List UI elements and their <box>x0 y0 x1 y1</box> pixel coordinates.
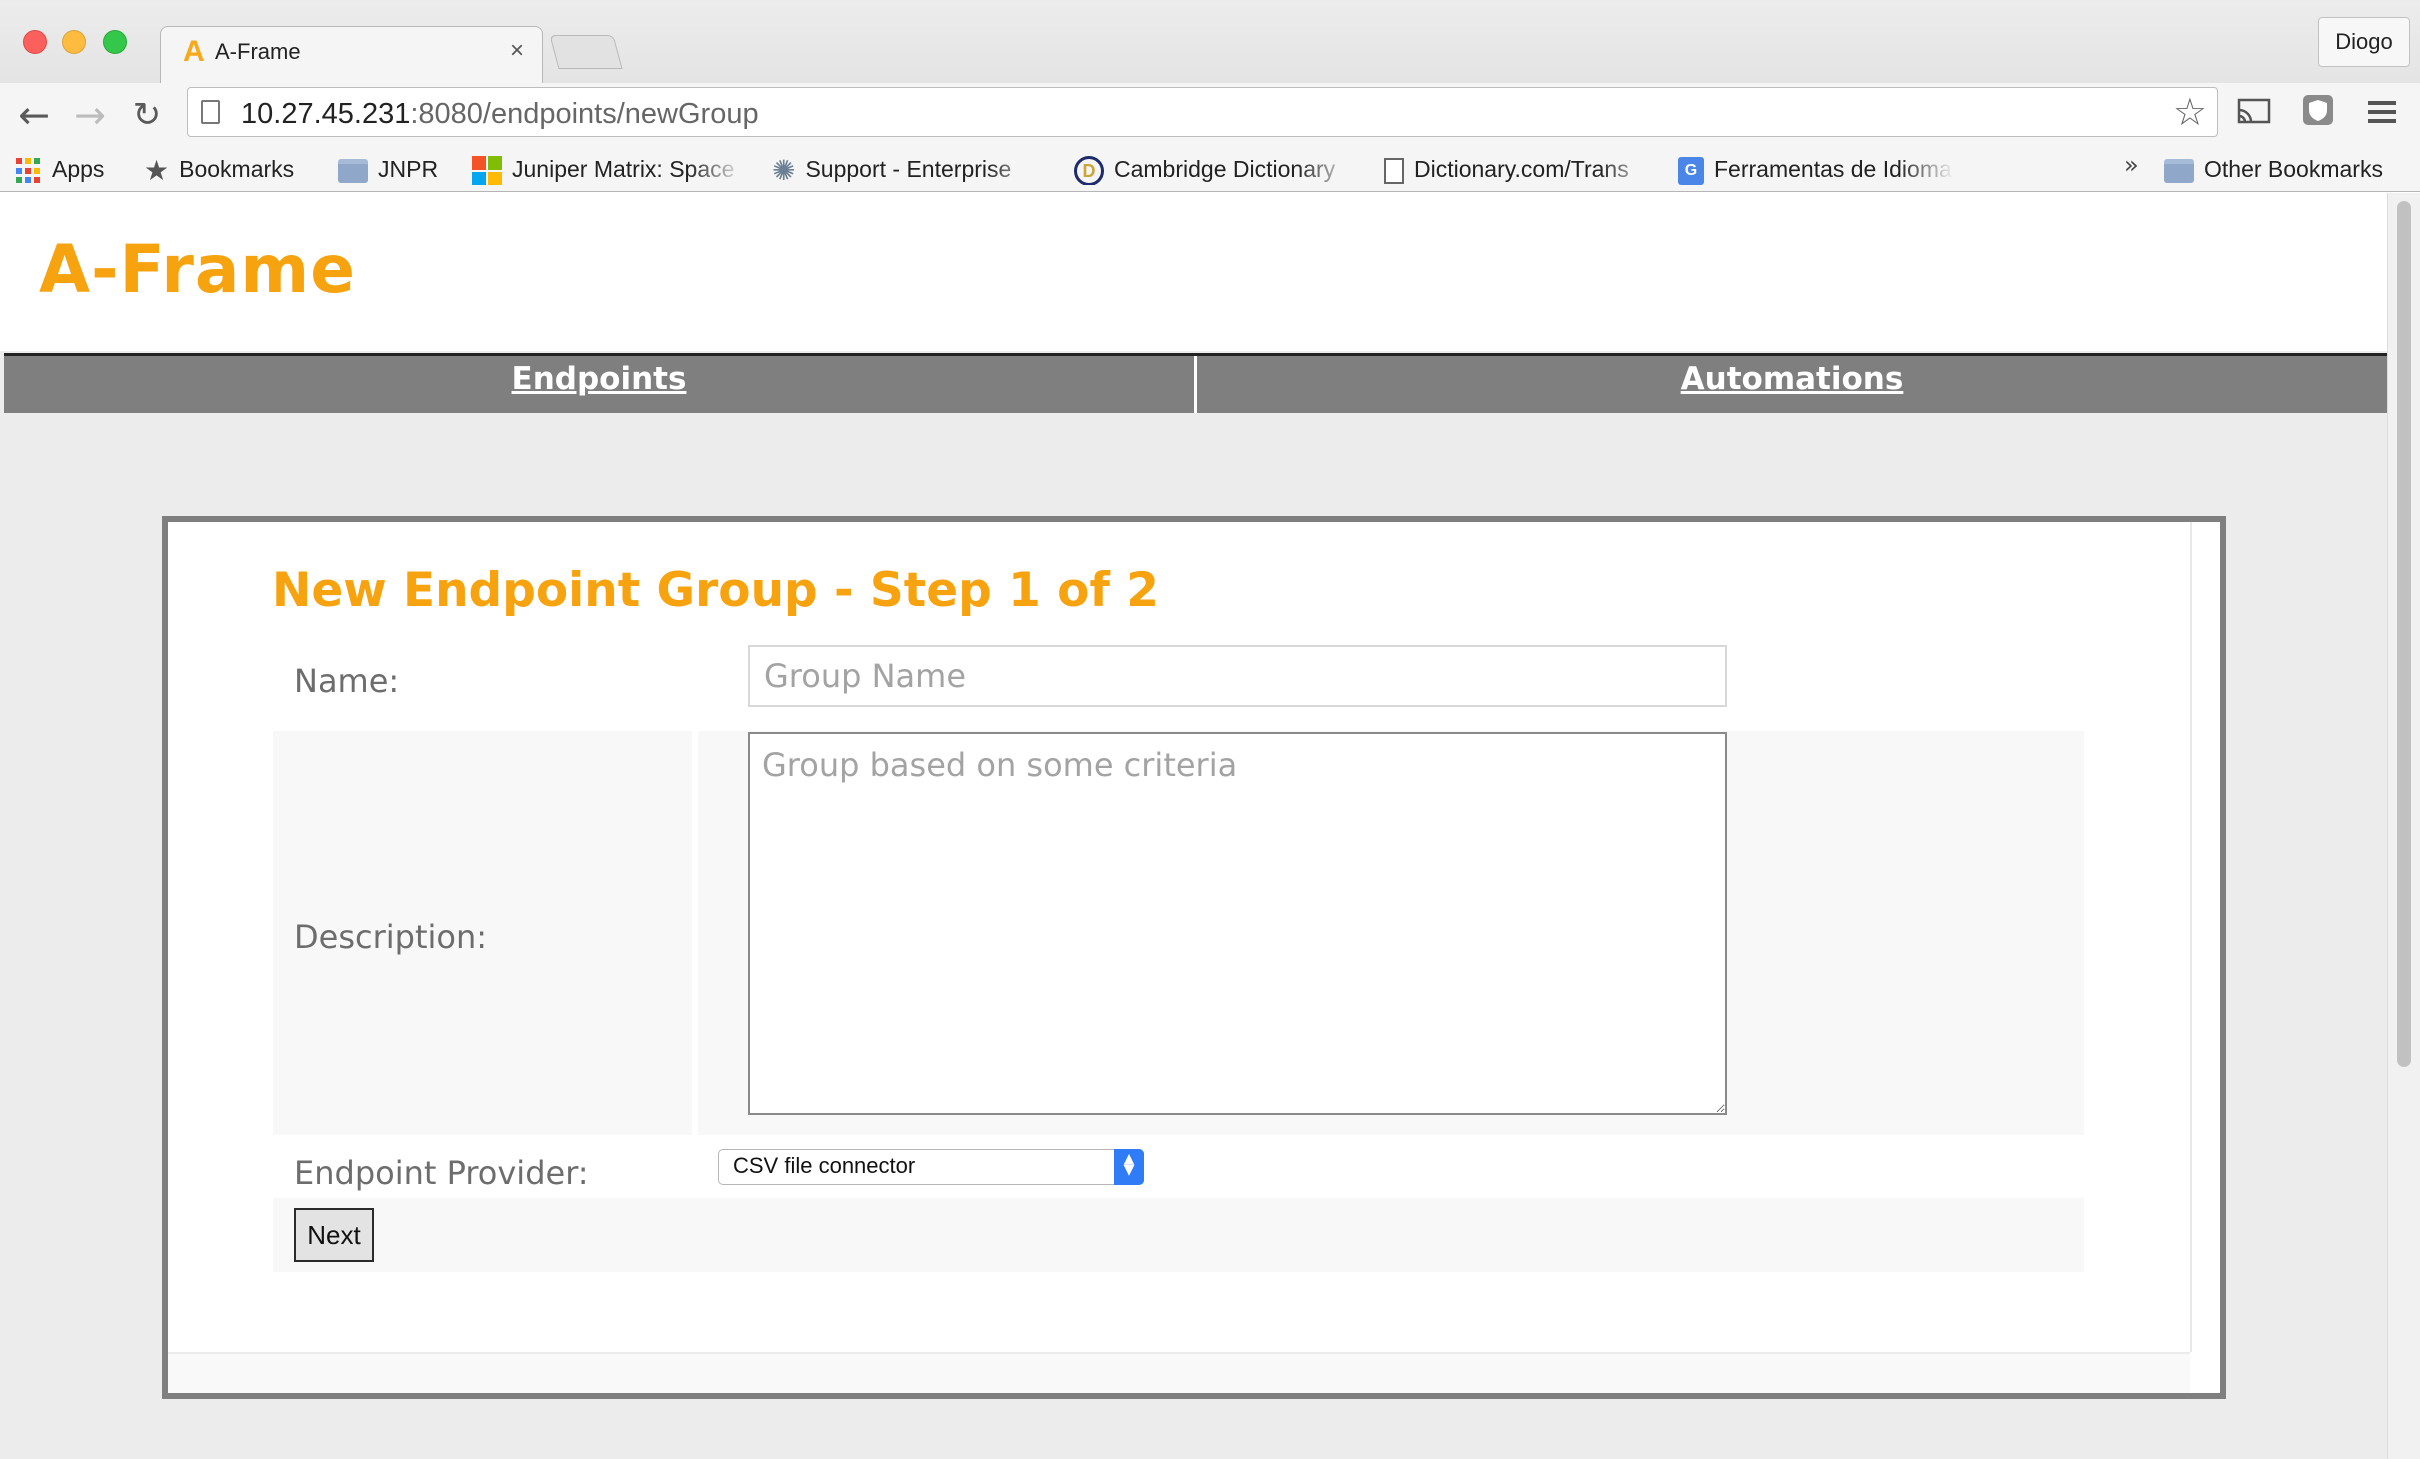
bookmark-bookmarks-label: Bookmarks <box>179 156 295 182</box>
bookmark-juniper-label: Juniper Matrix: Space <box>512 156 735 182</box>
url-host: 10.27.45.231 <box>241 98 411 130</box>
new-tab-button[interactable] <box>549 35 623 69</box>
next-button[interactable]: Next <box>294 1208 374 1262</box>
tab-title: A-Frame <box>215 39 301 64</box>
minimize-window-button[interactable] <box>62 30 86 54</box>
nav-cell-automations: Automations <box>1194 356 2387 413</box>
folder-icon <box>338 158 368 183</box>
url-path: :8080/endpoints/newGroup <box>410 98 759 130</box>
name-label: Name: <box>294 662 400 700</box>
folder-icon <box>2164 158 2194 183</box>
google-translate-icon: G <box>1678 156 1704 185</box>
form-title: New Endpoint Group - Step 1 of 2 <box>272 563 1159 618</box>
cambridge-logo-icon: D <box>1074 155 1104 185</box>
bookmark-support-label: Support - Enterprise <box>805 156 1012 182</box>
url-text[interactable]: 10.27.45.231:8080/endpoints/newGroup <box>241 98 759 131</box>
endpoint-provider-value: CSV file connector <box>733 1153 916 1178</box>
nav-link-automations[interactable]: Automations <box>1681 361 1904 397</box>
star-icon: ★ <box>144 154 170 185</box>
aframe-favicon-icon: A <box>183 35 205 68</box>
site-logo[interactable]: A-Frame <box>39 231 356 308</box>
address-bar[interactable]: 10.27.45.231:8080/endpoints/newGroup ☆ <box>187 87 2218 137</box>
microsoft-logo-icon <box>472 155 502 185</box>
group-name-input[interactable] <box>748 645 1727 707</box>
endpoint-provider-label: Endpoint Provider: <box>294 1154 589 1192</box>
browser-tab[interactable]: A A-Frame × <box>160 26 543 83</box>
scrollbar-thumb[interactable] <box>2397 201 2411 1067</box>
actions-row <box>273 1198 2084 1272</box>
apps-grid-icon <box>16 157 42 184</box>
bookmark-cambridge[interactable]: D Cambridge Dictionary <box>1074 153 1354 185</box>
description-textarea[interactable] <box>748 732 1727 1115</box>
tab-close-icon[interactable]: × <box>510 37 524 65</box>
nav-link-endpoints[interactable]: Endpoints <box>512 361 687 397</box>
browser-chrome: A A-Frame × Diogo ← → ↻ 10.27.45.231:808… <box>0 0 2420 192</box>
bookmark-ferramentas[interactable]: G Ferramentas de Idioma <box>1678 153 1954 185</box>
bookmark-juniper-matrix[interactable]: Juniper Matrix: Space <box>472 153 744 185</box>
support-logo-icon: ✺ <box>772 154 796 185</box>
page-icon <box>201 100 220 124</box>
bookmark-jnpr[interactable]: JNPR <box>338 153 438 185</box>
site-header: A-Frame <box>0 193 2387 351</box>
bookmark-star-icon[interactable]: ☆ <box>2173 92 2207 132</box>
forward-arrow-icon[interactable]: → <box>68 93 112 137</box>
description-label: Description: <box>294 918 488 956</box>
new-group-card: New Endpoint Group - Step 1 of 2 Name: D… <box>162 516 2226 1399</box>
bookmark-other[interactable]: Other Bookmarks <box>2164 153 2383 185</box>
bookmark-support[interactable]: ✺ Support - Enterprise <box>772 153 1042 185</box>
select-updown-icon: ▲ ▼ <box>1114 1149 1144 1185</box>
bookmarks-bar: Apps ★ Bookmarks JNPR Juniper Matrix: Spa… <box>0 147 2420 192</box>
bookmarks-overflow-icon[interactable]: » <box>2124 151 2139 179</box>
cast-icon[interactable] <box>2232 93 2276 137</box>
reload-icon[interactable]: ↻ <box>125 93 169 137</box>
bookmark-other-label: Other Bookmarks <box>2204 156 2383 182</box>
page-icon <box>1384 157 1404 184</box>
page-scrollbar[interactable] <box>2387 193 2420 1459</box>
zoom-window-button[interactable] <box>103 30 127 54</box>
close-window-button[interactable] <box>23 30 47 54</box>
bookmark-apps[interactable]: Apps <box>16 153 104 185</box>
bookmark-dictionary-label: Dictionary.com/Trans <box>1414 156 1629 182</box>
page-viewport: A-Frame Endpoints Automations New Endpoi… <box>0 193 2420 1459</box>
card-divider <box>2190 522 2192 1352</box>
card-footer-band <box>168 1352 2190 1393</box>
title-bar: A A-Frame × Diogo <box>0 0 2420 83</box>
endpoint-provider-select[interactable]: CSV file connector ▲ ▼ <box>718 1149 1144 1185</box>
back-arrow-icon[interactable]: ← <box>12 93 56 137</box>
bookmark-ferramentas-label: Ferramentas de Idioma <box>1714 156 1952 182</box>
nav-cell-endpoints: Endpoints <box>4 356 1194 413</box>
browser-toolbar: ← → ↻ 10.27.45.231:8080/endpoints/newGro… <box>0 83 2420 147</box>
extension-shield-icon[interactable] <box>2296 93 2340 137</box>
bookmark-jnpr-label: JNPR <box>378 156 439 182</box>
bookmark-dictionary[interactable]: Dictionary.com/Trans <box>1384 153 1654 185</box>
profile-button[interactable]: Diogo <box>2318 17 2410 67</box>
main-nav: Endpoints Automations <box>4 353 2387 413</box>
menu-icon[interactable] <box>2360 93 2404 137</box>
bookmark-apps-label: Apps <box>52 156 105 182</box>
bookmark-bookmarks[interactable]: ★ Bookmarks <box>144 153 294 185</box>
bookmark-cambridge-label: Cambridge Dictionary <box>1114 156 1336 182</box>
